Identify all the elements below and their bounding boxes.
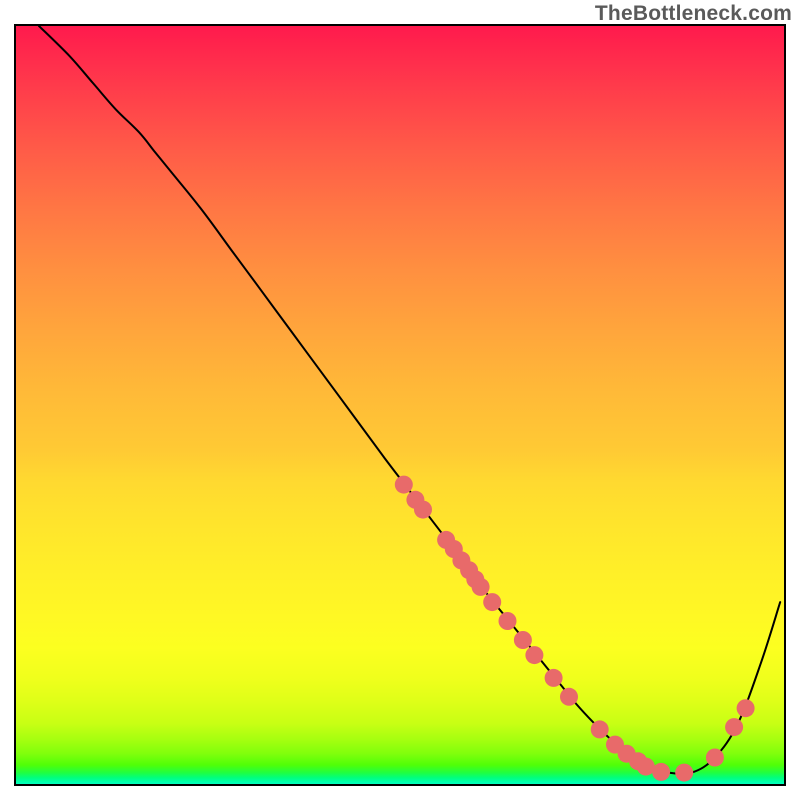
curve-marker xyxy=(525,646,543,664)
curve-marker xyxy=(472,578,490,596)
curve-marker xyxy=(395,476,413,494)
curve-marker xyxy=(675,764,693,782)
watermark-text: TheBottleneck.com xyxy=(595,2,792,26)
curve-marker xyxy=(514,631,532,649)
curve-svg xyxy=(16,26,784,784)
curve-marker xyxy=(737,699,755,717)
bottleneck-curve xyxy=(39,26,780,774)
curve-marker xyxy=(706,749,724,767)
curve-marker xyxy=(591,720,609,738)
curve-marker xyxy=(637,758,655,776)
curve-marker xyxy=(499,612,517,630)
chart-container: TheBottleneck.com xyxy=(0,0,800,800)
curve-marker xyxy=(545,669,563,687)
curve-markers xyxy=(395,476,755,782)
plot-area xyxy=(14,24,786,786)
curve-marker xyxy=(725,718,743,736)
curve-marker xyxy=(414,501,432,519)
curve-marker xyxy=(483,593,501,611)
curve-marker xyxy=(652,763,670,781)
curve-marker xyxy=(560,688,578,706)
